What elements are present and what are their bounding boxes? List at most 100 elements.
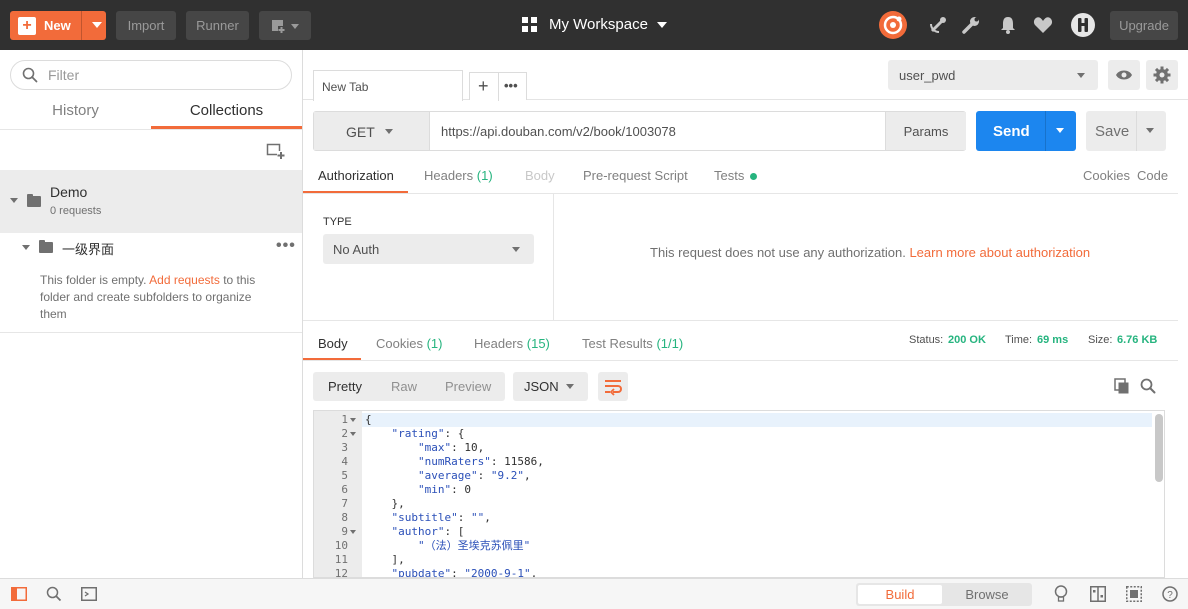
plus-icon: + xyxy=(18,16,36,35)
size-label: Size: xyxy=(1088,334,1113,346)
copy-button[interactable] xyxy=(1114,378,1130,394)
code-line: 5 "average": "9.2", xyxy=(314,469,1164,483)
keyboard-shortcuts-icon[interactable] xyxy=(1126,586,1142,602)
tab-tests-label: Tests xyxy=(714,168,745,183)
sidebar: Filter History Collections Demo 0 reques… xyxy=(0,50,303,578)
line-number: 8 xyxy=(341,511,348,524)
browse-mode-button[interactable]: Browse xyxy=(944,585,1030,604)
wrench-icon[interactable] xyxy=(958,12,984,38)
code-line: 6 "min": 0 xyxy=(314,483,1164,497)
code-line: 2 "rating": { xyxy=(314,427,1164,441)
time-value[interactable]: 69 ms xyxy=(1037,334,1068,346)
pretty-button[interactable]: Pretty xyxy=(328,379,362,394)
search-button[interactable] xyxy=(1140,378,1156,394)
environment-quick-look-button[interactable] xyxy=(1108,60,1140,90)
method-select[interactable]: GET xyxy=(314,112,430,150)
chevron-down-icon xyxy=(512,247,520,252)
fold-toggle-icon[interactable] xyxy=(350,432,356,436)
new-collection-icon xyxy=(266,143,285,159)
collection-item-demo[interactable]: Demo 0 requests xyxy=(0,170,302,233)
chevron-down-icon[interactable] xyxy=(1056,128,1064,133)
main-pane: New Tab + ••• user_pwd GET https://api.d… xyxy=(303,50,1188,578)
raw-button[interactable]: Raw xyxy=(391,379,417,394)
workspace-selector[interactable]: My Workspace xyxy=(522,16,667,33)
bottom-bar: Build Browse ? xyxy=(0,578,1188,609)
tab-tests[interactable]: Tests xyxy=(714,168,757,183)
learn-more-link[interactable]: Learn more about authorization xyxy=(909,245,1090,260)
headers-count: (1) xyxy=(476,168,493,183)
heart-icon[interactable] xyxy=(1030,12,1056,38)
chevron-down-icon xyxy=(566,384,574,389)
build-mode-button[interactable]: Build xyxy=(858,585,942,604)
code-line: 4 "numRaters": 11586, xyxy=(314,455,1164,469)
help-icon[interactable]: ? xyxy=(1162,586,1178,602)
auth-type-select[interactable]: No Auth xyxy=(323,234,534,264)
chevron-down-icon[interactable] xyxy=(22,245,30,250)
size-value[interactable]: 6.76 KB xyxy=(1117,334,1157,346)
code-link[interactable]: Code xyxy=(1137,168,1168,183)
chevron-down-icon[interactable] xyxy=(10,198,18,203)
chevron-down-icon[interactable] xyxy=(1146,128,1154,133)
fold-toggle-icon[interactable] xyxy=(350,418,356,422)
url-bar: GET https://api.douban.com/v2/book/10030… xyxy=(313,111,966,151)
console-icon[interactable] xyxy=(81,587,97,601)
bell-icon[interactable] xyxy=(995,12,1021,38)
new-dropdown-caret-icon[interactable] xyxy=(92,22,102,28)
wrap-lines-button[interactable] xyxy=(598,372,628,401)
lightbulb-icon[interactable] xyxy=(1054,585,1068,603)
import-button[interactable]: Import xyxy=(116,11,176,40)
cookies-count: (1) xyxy=(426,336,443,351)
save-button[interactable]: Save xyxy=(1086,111,1166,151)
two-pane-view-icon[interactable] xyxy=(1090,586,1106,602)
environment-select[interactable]: user_pwd xyxy=(888,60,1098,90)
code-text: "max": 10, xyxy=(417,441,485,454)
sync-icon[interactable] xyxy=(878,10,908,40)
toggle-sidebar-icon[interactable] xyxy=(11,587,27,601)
satellite-icon[interactable] xyxy=(925,12,951,38)
add-requests-link[interactable]: Add requests xyxy=(149,273,220,287)
tab-collections[interactable]: Collections xyxy=(151,102,302,128)
send-label: Send xyxy=(993,123,1030,140)
tab-pre-request-script[interactable]: Pre-request Script xyxy=(583,168,688,183)
preview-button[interactable]: Preview xyxy=(445,379,491,394)
line-number: 6 xyxy=(341,483,348,496)
runner-button[interactable]: Runner xyxy=(186,11,249,40)
new-button[interactable]: + New xyxy=(10,11,106,40)
line-number: 12 xyxy=(334,567,348,578)
new-collection-button[interactable] xyxy=(266,142,286,160)
code-text: "subtitle": "", xyxy=(391,511,491,524)
fold-toggle-icon[interactable] xyxy=(350,530,356,534)
tab-history[interactable]: History xyxy=(0,102,151,128)
request-tab[interactable]: New Tab xyxy=(313,70,463,101)
tab-authorization[interactable]: Authorization xyxy=(318,168,394,183)
manage-environments-button[interactable] xyxy=(1146,60,1178,90)
params-button[interactable]: Params xyxy=(885,112,966,150)
code-line: 10 "（法）圣埃克苏佩里" xyxy=(314,539,1164,553)
folder-item: 一级界面 ••• This folder is empty. Add reque… xyxy=(0,233,302,333)
status-value[interactable]: 200 OK xyxy=(948,334,986,346)
response-tab-cookies[interactable]: Cookies (1) xyxy=(376,336,442,351)
filter-input[interactable]: Filter xyxy=(10,60,292,90)
add-tab-icon[interactable]: + xyxy=(478,76,489,97)
format-select[interactable]: JSON xyxy=(513,372,588,401)
response-body-editor[interactable]: 1{2 "rating": {3 "max": 10, 4 "numRaters"… xyxy=(313,410,1165,578)
eye-icon xyxy=(1116,70,1132,80)
cookies-link[interactable]: Cookies xyxy=(1083,168,1130,183)
tab-headers[interactable]: Headers (1) xyxy=(424,168,493,183)
send-button[interactable]: Send xyxy=(976,111,1076,151)
code-scrollbar[interactable] xyxy=(1155,414,1163,482)
more-options-icon[interactable]: ••• xyxy=(504,78,518,93)
build-browse-toggle: Build Browse xyxy=(856,583,1032,606)
response-tab-body[interactable]: Body xyxy=(318,336,348,351)
avatar[interactable] xyxy=(1070,12,1096,38)
empty-text: This folder is empty. xyxy=(40,273,150,287)
folder-name[interactable]: 一级界面 xyxy=(62,239,114,258)
more-options-icon[interactable]: ••• xyxy=(276,237,296,255)
new-window-button[interactable] xyxy=(259,11,311,40)
filter-placeholder: Filter xyxy=(48,67,80,83)
upgrade-button[interactable]: Upgrade xyxy=(1110,11,1178,40)
find-icon[interactable] xyxy=(46,586,62,602)
response-tab-test-results[interactable]: Test Results (1/1) xyxy=(582,336,683,351)
url-input[interactable]: https://api.douban.com/v2/book/1003078 xyxy=(441,124,676,139)
response-tab-headers[interactable]: Headers (15) xyxy=(474,336,550,351)
